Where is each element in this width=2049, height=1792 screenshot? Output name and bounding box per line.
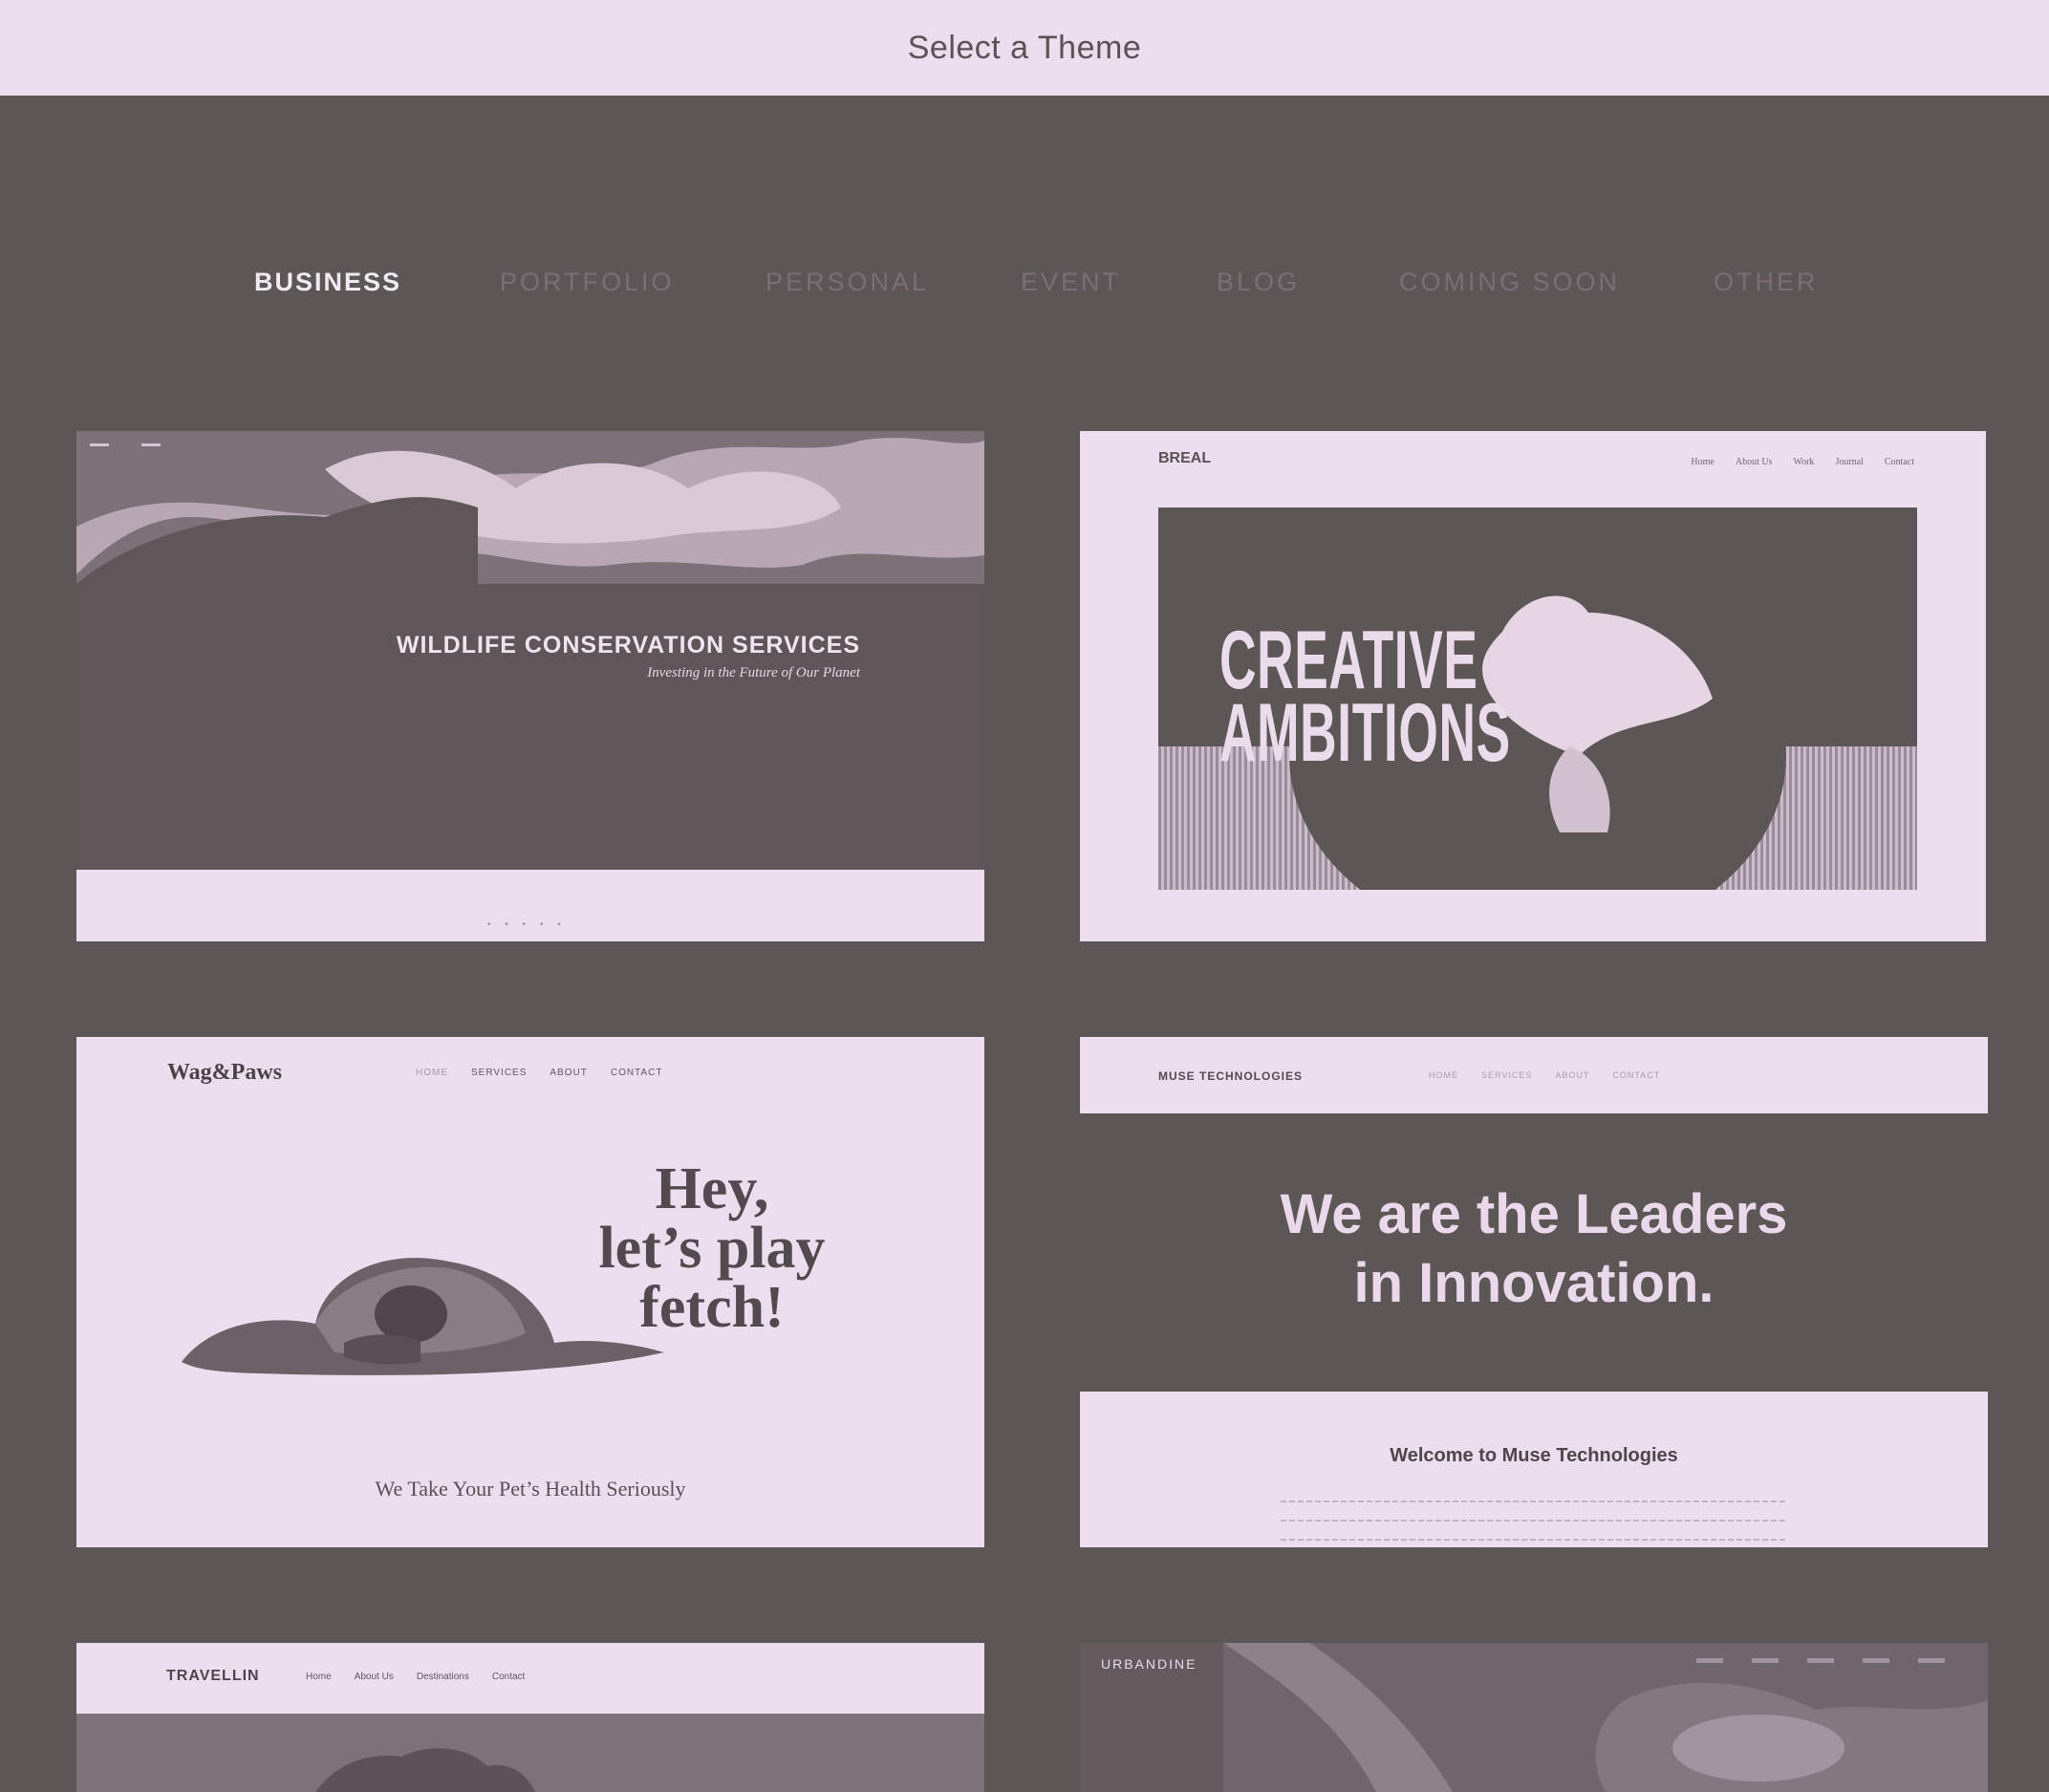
nav-placeholder [1696, 1658, 1723, 1663]
nav-about: ABOUT [550, 1068, 588, 1078]
card-subheadline: Investing in the Future of Our Planet [647, 665, 860, 680]
tab-portfolio[interactable]: PORTFOLIO [500, 268, 675, 297]
nav-home: Home [306, 1672, 332, 1682]
welcome-heading: Welcome to Muse Technologies [1390, 1445, 1678, 1466]
tab-event[interactable]: EVENT [1021, 268, 1121, 297]
card-tagline: We Take Your Pet’s Health Seriously [375, 1477, 686, 1501]
nav-placeholder [1807, 1658, 1834, 1663]
nav-placeholder [1752, 1658, 1779, 1663]
nav-about: About Us [1735, 457, 1773, 467]
hero-line-1: We are the Leaders [1280, 1183, 1788, 1245]
hero-image [1223, 1643, 1988, 1792]
nav-contact: CONTACT [610, 1068, 663, 1078]
nav-placeholder [1863, 1658, 1889, 1663]
nav-home: Home [1691, 457, 1715, 467]
hero-line-2: let’s play [598, 1216, 826, 1281]
card-nav: Home About Us Destinations Contact [306, 1672, 525, 1682]
theme-card-breal[interactable]: BREAL Home About Us Work Journal Contact… [1080, 431, 1986, 941]
card-header: MUSE TECHNOLOGIES HOME SERVICES ABOUT CO… [1080, 1037, 1988, 1113]
hero-line-2: AMBITIONS [1219, 687, 1511, 779]
hero-line-2: in Innovation. [1353, 1252, 1715, 1314]
card-headline: WILDLIFE CONSERVATION SERVICES [396, 632, 860, 659]
hero-headline: Hey, let’s play fetch! [569, 1159, 855, 1337]
card-logo: Wag&Paws [167, 1060, 282, 1085]
hero-headline: We are the Leaders in Innovation. [1080, 1180, 1988, 1318]
card-nav: HOME SERVICES ABOUT CONTACT [1429, 1070, 1660, 1080]
nav-services: SERVICES [1481, 1070, 1533, 1080]
tab-personal[interactable]: PERSONAL [766, 268, 929, 297]
theme-card-urbandine[interactable]: URBANDINE [1080, 1643, 1988, 1792]
nav-placeholder [1918, 1658, 1945, 1663]
card-nav: Home About Us Work Journal Contact [1691, 457, 1914, 467]
card-header: TRAVELLIN Home About Us Destinations Con… [76, 1643, 984, 1714]
nav-contact: Contact [491, 1672, 526, 1682]
card-logo: URBANDINE [1101, 1656, 1197, 1672]
sky-image [76, 431, 984, 584]
card-footer: • • • • • [76, 870, 984, 941]
top-nav-placeholder: ▬▬ [90, 439, 109, 449]
body-text-placeholder [1281, 1483, 1787, 1547]
hero-headline: CREATIVE AMBITIONS [1219, 615, 1511, 779]
tab-business[interactable]: BUSINESS [254, 268, 401, 297]
nav-about: ABOUT [1555, 1070, 1590, 1080]
hero-line-1: Hey, [655, 1156, 769, 1221]
card-nav: HOME SERVICES ABOUT CONTACT [416, 1068, 662, 1078]
title-bar: Select a Theme [0, 0, 2049, 96]
nav-journal: Journal [1835, 457, 1864, 467]
theme-card-wildlife[interactable]: ▬▬ ▬▬ WILDLIFE CONSERVATION SERVICES Inv… [76, 431, 984, 941]
card-logo: BREAL [1158, 450, 1212, 466]
top-nav-placeholder: ▬▬ [141, 439, 161, 449]
hero-image: CREATIVE AMBITIONS [1158, 507, 1917, 890]
nav-home: HOME [416, 1068, 448, 1078]
theme-card-muse[interactable]: MUSE TECHNOLOGIES HOME SERVICES ABOUT CO… [1080, 1037, 1988, 1547]
theme-card-travellin[interactable]: TRAVELLIN Home About Us Destinations Con… [76, 1643, 984, 1792]
theme-card-wag-paws[interactable]: Wag&Paws HOME SERVICES ABOUT CONTACT Hey… [76, 1037, 984, 1547]
tab-other[interactable]: OTHER [1714, 268, 1819, 297]
hero-line-1: CREATIVE [1219, 615, 1478, 706]
nav-about: About Us [354, 1672, 394, 1682]
nav-contact: Contact [1884, 457, 1914, 467]
nav-destinations: Destinations [416, 1672, 469, 1682]
nav-contact: CONTACT [1612, 1070, 1661, 1080]
tab-coming-soon[interactable]: COMING SOON [1399, 268, 1620, 297]
nav-work: Work [1793, 457, 1815, 467]
pagination-dots: • • • • • [487, 919, 567, 930]
welcome-panel: Welcome to Muse Technologies [1080, 1392, 1988, 1547]
landscape-graphic [315, 1748, 535, 1792]
category-tabs: BUSINESS PORTFOLIO PERSONAL EVENT BLOG C… [0, 268, 2049, 315]
page-title: Select a Theme [907, 29, 1142, 66]
hero-line-3: fetch! [639, 1275, 785, 1340]
hero-image [76, 1714, 984, 1792]
card-logo: TRAVELLIN [166, 1668, 260, 1684]
card-logo: MUSE TECHNOLOGIES [1158, 1069, 1304, 1083]
nav-home: HOME [1429, 1070, 1458, 1080]
tab-blog[interactable]: BLOG [1217, 268, 1300, 297]
card-nav [1696, 1658, 1945, 1663]
nav-services: SERVICES [471, 1068, 528, 1078]
